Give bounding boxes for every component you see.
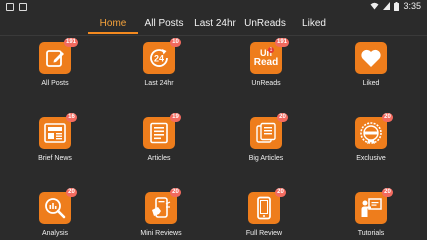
tile-all-posts[interactable]: 191 All Posts (15, 38, 95, 92)
teacher-board-icon (355, 192, 387, 224)
count-badge: 191 (275, 38, 290, 47)
tile-label: Full Review (245, 230, 283, 237)
count-badge: 10 (170, 38, 181, 47)
24-hours-icon: 24 (143, 42, 175, 74)
article-icon (143, 117, 175, 149)
count-badge: 20 (382, 188, 393, 197)
magnifier-chart-icon (39, 192, 71, 224)
count-badge: 20 (170, 188, 181, 197)
heart-icon (355, 42, 387, 74)
tile-label: Tutorials (357, 230, 385, 237)
tile-label: Articles (147, 155, 171, 162)
big-article-icon (250, 117, 282, 149)
tile-mini-reviews[interactable]: 20 Mini Reviews (121, 188, 201, 240)
tile-label: Last 24hr (144, 80, 174, 87)
count-badge: 16 (66, 113, 77, 122)
tile-last-24hr[interactable]: 24 10 Last 24hr (119, 38, 199, 92)
tile-label: Analysis (41, 230, 69, 237)
tile-analysis[interactable]: 20 Analysis (15, 188, 95, 240)
tile-brief-news[interactable]: 16 Brief News (15, 113, 95, 167)
category-grid: 191 All Posts 24 10 Last 24hr Un Read 1 … (0, 0, 427, 240)
count-badge: 20 (277, 113, 288, 122)
tile-label: Exclusive (356, 155, 386, 162)
tile-tutorials[interactable]: 20 Tutorials (331, 188, 411, 240)
tile-label: Mini Reviews (140, 230, 182, 237)
count-badge: 20 (382, 113, 393, 122)
unread-icon-text-bottom: Read (253, 56, 279, 68)
tile-label: UnReads (251, 80, 281, 87)
smartphone-icon (248, 192, 280, 224)
newspaper-icon (39, 117, 71, 149)
count-badge: 191 (64, 38, 79, 47)
tile-exclusive[interactable]: 20 Exclusive (331, 113, 411, 167)
exclusive-seal-icon (355, 117, 387, 149)
count-badge: 20 (275, 188, 286, 197)
count-badge: 20 (66, 188, 77, 197)
unread-icon-dot: 1 (268, 47, 274, 53)
count-badge: 19 (170, 113, 181, 122)
svg-text:24: 24 (154, 54, 164, 64)
tile-big-articles[interactable]: 20 Big Articles (226, 113, 306, 167)
tile-label: Liked (362, 80, 380, 87)
tile-label: Brief News (38, 155, 72, 162)
tile-liked[interactable]: Liked (331, 42, 411, 92)
tile-full-review[interactable]: 20 Full Review (224, 188, 304, 240)
tile-articles[interactable]: 19 Articles (119, 113, 199, 167)
tile-unreads[interactable]: Un Read 1 191 UnReads (226, 38, 306, 92)
tile-label: Big Articles (248, 155, 284, 162)
tile-label: All Posts (41, 80, 69, 87)
